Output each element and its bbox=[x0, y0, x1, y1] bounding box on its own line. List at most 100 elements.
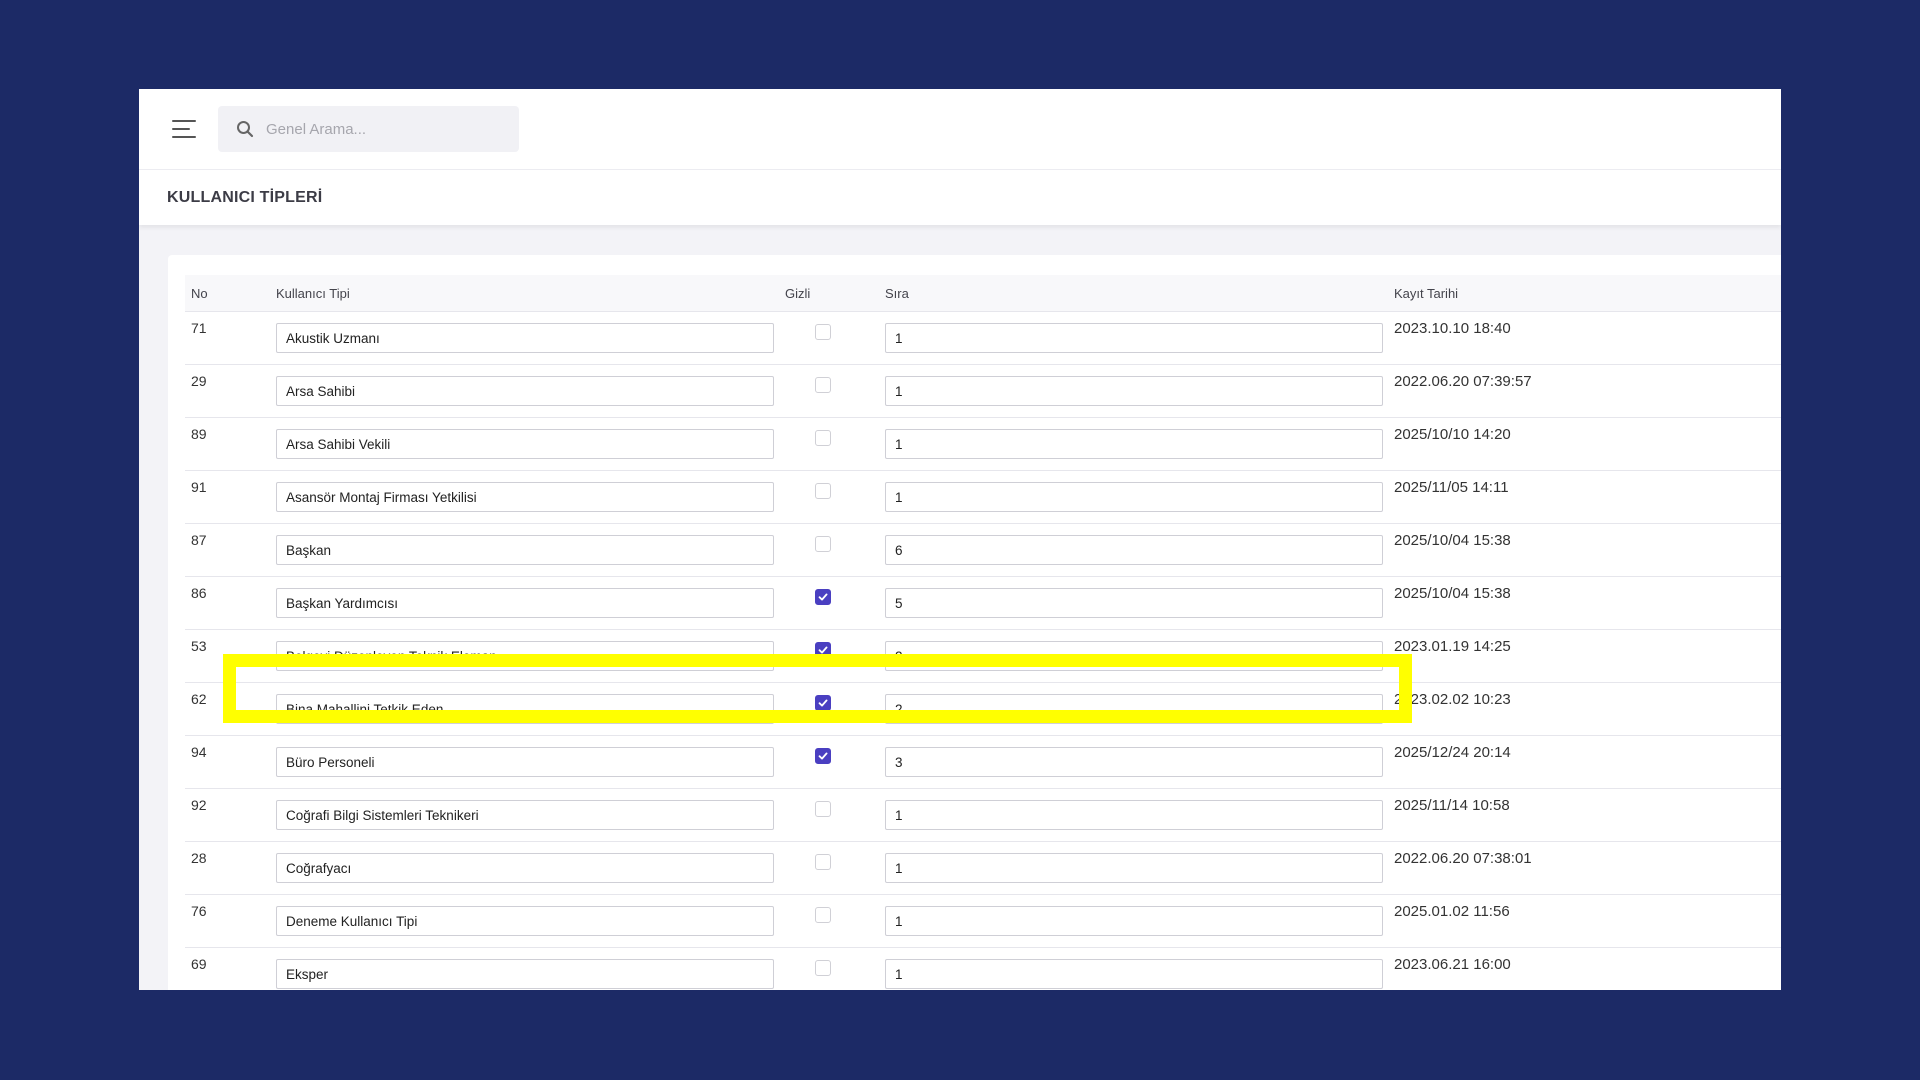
hidden-checkbox[interactable] bbox=[815, 324, 831, 340]
user-type-input[interactable] bbox=[276, 641, 774, 671]
row-no: 91 bbox=[185, 470, 270, 524]
row-date: 2025/12/24 20:14 bbox=[1388, 735, 1781, 789]
hidden-checkbox[interactable] bbox=[815, 536, 831, 552]
row-no: 76 bbox=[185, 894, 270, 948]
column-header-user-type: Kullanıcı Tipi bbox=[270, 275, 779, 312]
user-type-input[interactable] bbox=[276, 800, 774, 830]
order-input[interactable] bbox=[885, 482, 1383, 512]
row-no: 89 bbox=[185, 417, 270, 471]
hidden-checkbox[interactable] bbox=[815, 854, 831, 870]
user-type-input[interactable] bbox=[276, 323, 774, 353]
row-no: 86 bbox=[185, 576, 270, 630]
column-header-hidden: Gizli bbox=[779, 275, 879, 312]
row-date: 2022.06.20 07:39:57 bbox=[1388, 364, 1781, 418]
row-date: 2025.01.02 11:56 bbox=[1388, 894, 1781, 948]
row-order-cell bbox=[879, 311, 1388, 365]
row-no: 28 bbox=[185, 841, 270, 895]
hidden-checkbox[interactable] bbox=[815, 377, 831, 393]
app-window: KULLANICI TİPLERİ No Kullanıcı Tipi Gizl… bbox=[139, 89, 1781, 990]
row-hidden-cell bbox=[779, 682, 879, 736]
user-type-input[interactable] bbox=[276, 694, 774, 724]
row-date: 2023.01.19 14:25 bbox=[1388, 629, 1781, 683]
row-user-type-cell bbox=[270, 841, 779, 895]
hidden-checkbox[interactable] bbox=[815, 695, 831, 711]
table-wrapper: No Kullanıcı Tipi Gizli Sıra Kayıt Tarih… bbox=[185, 275, 1781, 990]
table-header-row: No Kullanıcı Tipi Gizli Sıra Kayıt Tarih… bbox=[185, 275, 1781, 312]
table-row: 29 2022.06.20 07:39:57 bbox=[185, 364, 1781, 418]
row-hidden-cell bbox=[779, 841, 879, 895]
table-row: 69 2023.06.21 16:00 bbox=[185, 947, 1781, 990]
column-header-no: No bbox=[185, 275, 270, 312]
column-header-date: Kayıt Tarihi bbox=[1388, 275, 1781, 312]
column-header-order: Sıra bbox=[879, 275, 1388, 312]
hidden-checkbox[interactable] bbox=[815, 960, 831, 976]
search-input[interactable] bbox=[264, 119, 508, 139]
top-bar bbox=[139, 89, 1781, 170]
row-order-cell bbox=[879, 788, 1388, 842]
table-row: 53 2023.01.19 14:25 bbox=[185, 629, 1781, 683]
row-no: 87 bbox=[185, 523, 270, 577]
row-user-type-cell bbox=[270, 364, 779, 418]
row-hidden-cell bbox=[779, 788, 879, 842]
order-input[interactable] bbox=[885, 800, 1383, 830]
row-date: 2025/11/05 14:11 bbox=[1388, 470, 1781, 524]
row-user-type-cell bbox=[270, 788, 779, 842]
table-row: 94 2025/12/24 20:14 bbox=[185, 735, 1781, 789]
row-no: 53 bbox=[185, 629, 270, 683]
order-input[interactable] bbox=[885, 588, 1383, 618]
row-order-cell bbox=[879, 523, 1388, 577]
order-input[interactable] bbox=[885, 535, 1383, 565]
row-no: 92 bbox=[185, 788, 270, 842]
user-type-input[interactable] bbox=[276, 376, 774, 406]
user-type-input[interactable] bbox=[276, 747, 774, 777]
row-order-cell bbox=[879, 576, 1388, 630]
hidden-checkbox[interactable] bbox=[815, 801, 831, 817]
row-date: 2025/11/14 10:58 bbox=[1388, 788, 1781, 842]
order-input[interactable] bbox=[885, 853, 1383, 883]
check-icon bbox=[818, 752, 828, 760]
row-user-type-cell bbox=[270, 311, 779, 365]
order-input[interactable] bbox=[885, 641, 1383, 671]
title-bar: KULLANICI TİPLERİ bbox=[139, 170, 1781, 225]
row-user-type-cell bbox=[270, 947, 779, 990]
hidden-checkbox[interactable] bbox=[815, 483, 831, 499]
user-type-input[interactable] bbox=[276, 429, 774, 459]
order-input[interactable] bbox=[885, 906, 1383, 936]
hidden-checkbox[interactable] bbox=[815, 907, 831, 923]
row-hidden-cell bbox=[779, 629, 879, 683]
table-row: 76 2025.01.02 11:56 bbox=[185, 894, 1781, 948]
row-user-type-cell bbox=[270, 470, 779, 524]
user-type-input[interactable] bbox=[276, 482, 774, 512]
order-input[interactable] bbox=[885, 959, 1383, 989]
row-order-cell bbox=[879, 735, 1388, 789]
user-type-input[interactable] bbox=[276, 906, 774, 936]
row-hidden-cell bbox=[779, 735, 879, 789]
row-no: 29 bbox=[185, 364, 270, 418]
order-input[interactable] bbox=[885, 747, 1383, 777]
row-date: 2023.10.10 18:40 bbox=[1388, 311, 1781, 365]
row-hidden-cell bbox=[779, 311, 879, 365]
order-input[interactable] bbox=[885, 323, 1383, 353]
order-input[interactable] bbox=[885, 429, 1383, 459]
check-icon bbox=[818, 646, 828, 654]
row-order-cell bbox=[879, 629, 1388, 683]
user-type-input[interactable] bbox=[276, 959, 774, 989]
user-type-input[interactable] bbox=[276, 588, 774, 618]
hidden-checkbox[interactable] bbox=[815, 589, 831, 605]
hamburger-menu-icon[interactable] bbox=[172, 120, 196, 138]
user-type-input[interactable] bbox=[276, 535, 774, 565]
page-title: KULLANICI TİPLERİ bbox=[167, 188, 323, 206]
row-order-cell bbox=[879, 682, 1388, 736]
user-type-input[interactable] bbox=[276, 853, 774, 883]
hidden-checkbox[interactable] bbox=[815, 642, 831, 658]
table-row: 89 2025/10/10 14:20 bbox=[185, 417, 1781, 471]
row-user-type-cell bbox=[270, 894, 779, 948]
hidden-checkbox[interactable] bbox=[815, 748, 831, 764]
row-date: 2023.02.02 10:23 bbox=[1388, 682, 1781, 736]
hidden-checkbox[interactable] bbox=[815, 430, 831, 446]
row-hidden-cell bbox=[779, 470, 879, 524]
search-box[interactable] bbox=[218, 106, 519, 152]
row-hidden-cell bbox=[779, 947, 879, 990]
order-input[interactable] bbox=[885, 376, 1383, 406]
order-input[interactable] bbox=[885, 694, 1383, 724]
